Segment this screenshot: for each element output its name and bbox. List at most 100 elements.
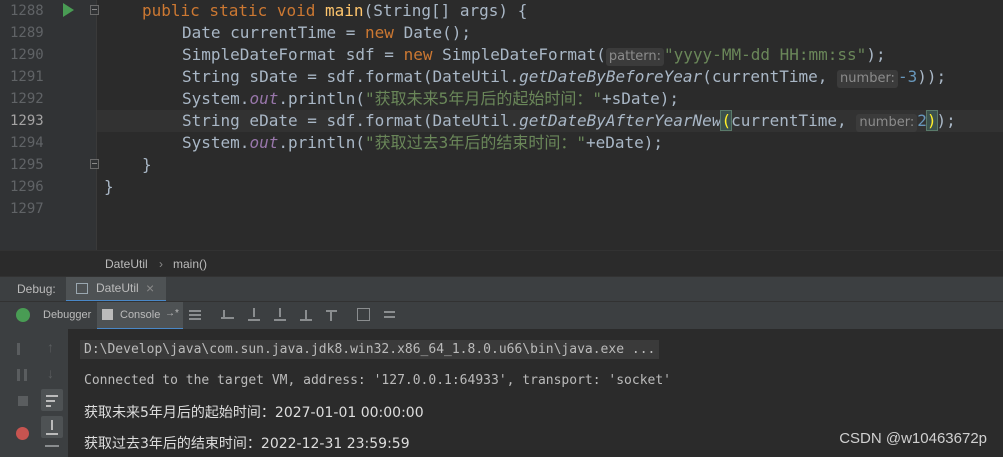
- view-breakpoints-icon[interactable]: [16, 427, 29, 440]
- code-text: currentTime,: [731, 111, 857, 130]
- number-literal: -3: [897, 67, 918, 86]
- method-name: main: [325, 1, 364, 20]
- down-arrow-icon[interactable]: ↓: [47, 365, 54, 381]
- trace-icon[interactable]: [382, 307, 398, 323]
- run-icon[interactable]: [63, 3, 74, 17]
- gutter-line: 1296: [0, 176, 96, 198]
- console-command-line: D:\Develop\java\com.sun.java.jdk8.win32.…: [80, 340, 660, 359]
- bug-icon[interactable]: [16, 308, 30, 322]
- breadcrumb-class[interactable]: DateUtil: [105, 257, 148, 271]
- code-text: SimpleDateFormat sdf =: [182, 45, 404, 64]
- code-line[interactable]: }: [104, 176, 114, 198]
- code-editor[interactable]: 1288 1289 1290 1291 1292 1293 1294 1295 …: [0, 0, 1003, 250]
- keyword: public static void: [142, 1, 326, 20]
- print-icon[interactable]: [45, 445, 59, 457]
- line-number: 1295: [10, 157, 44, 173]
- code-text: +eDate);: [585, 133, 664, 152]
- gutter-line: 1297: [0, 198, 96, 220]
- code-text: +sDate);: [601, 89, 680, 108]
- gutter-line: 1289: [0, 22, 96, 44]
- number-literal: 2: [917, 111, 927, 130]
- line-number: 1296: [10, 179, 44, 195]
- resume-icon[interactable]: [17, 343, 29, 355]
- close-icon[interactable]: ×: [146, 277, 154, 300]
- stop-icon[interactable]: [18, 396, 28, 406]
- breadcrumb-separator: ›: [159, 257, 163, 271]
- code-line[interactable]: Date currentTime = new Date();: [182, 22, 471, 44]
- gutter-line[interactable]: 1295: [0, 154, 99, 176]
- code-text: System.: [182, 133, 250, 152]
- static-method: getDateByBeforeYear: [519, 67, 703, 86]
- step-over-icon[interactable]: [246, 307, 262, 323]
- console-line: Connected to the target VM, address: '12…: [84, 373, 671, 388]
- debug-tool-window-header: Debug: DateUtil ×: [0, 276, 1003, 302]
- soft-wrap-icon[interactable]: [41, 389, 63, 411]
- session-tab-label: DateUtil: [96, 281, 139, 295]
- debug-session-tab[interactable]: DateUtil ×: [66, 277, 166, 302]
- menu-icon[interactable]: [188, 307, 204, 323]
- parameter-hint: number:: [837, 70, 898, 88]
- gutter-line[interactable]: 1288: [0, 0, 99, 22]
- debug-side-actions: ↑ ↓: [0, 329, 68, 457]
- line-number: 1291: [10, 69, 44, 85]
- step-out-icon[interactable]: [298, 307, 314, 323]
- line-number: 1292: [10, 91, 44, 107]
- breadcrumb-method[interactable]: main(): [173, 257, 207, 271]
- fold-icon[interactable]: [90, 159, 99, 169]
- code-text: SimpleDateFormat(: [442, 45, 606, 64]
- pin-icon[interactable]: →*: [165, 302, 179, 326]
- console-line: 获取过去3年后的结束时间：2022-12-31 23:59:59: [84, 436, 410, 452]
- line-number: 1289: [10, 25, 44, 41]
- code-text: (currentTime,: [702, 67, 838, 86]
- code-text: String eDate = sdf.format(DateUtil.: [182, 111, 520, 130]
- code-line[interactable]: }: [142, 154, 152, 176]
- string-literal: "获取过去3年后的结束时间：": [365, 133, 586, 152]
- gutter-line: 1294: [0, 132, 96, 154]
- tab-debugger[interactable]: Debugger: [37, 302, 94, 329]
- code-text: (String[] args) {: [363, 1, 528, 20]
- code-text: System.: [182, 89, 250, 108]
- line-number: 1294: [10, 135, 44, 151]
- code-line[interactable]: System.out.println("获取过去3年后的结束时间："+eDate…: [182, 132, 663, 154]
- string-literal: "获取未来5年月后的起始时间：": [365, 89, 602, 108]
- debug-label: Debug:: [17, 282, 56, 296]
- brace-match: ): [925, 110, 938, 131]
- code-line[interactable]: System.out.println("获取未来5年月后的起始时间："+sDat…: [182, 88, 679, 110]
- code-text: String sDate = sdf.format(DateUtil.: [182, 67, 520, 86]
- debug-toolbar: Debugger Console →*: [0, 301, 1003, 330]
- drop-frame-icon[interactable]: [324, 307, 340, 323]
- code-line-current[interactable]: String eDate = sdf.format(DateUtil.getDa…: [182, 110, 956, 132]
- code-text: Date currentTime =: [182, 23, 366, 42]
- code-line[interactable]: public static void main(String[] args) {: [142, 0, 527, 22]
- parameter-hint: number:: [856, 114, 918, 132]
- editor-gutter: 1288 1289 1290 1291 1292 1293 1294 1295 …: [0, 0, 99, 250]
- step-into-icon[interactable]: [272, 307, 288, 323]
- string-literal: "yyyy-MM-dd HH:mm:ss": [664, 45, 867, 64]
- keyword: new: [403, 45, 443, 64]
- gutter-line-current: 1293: [0, 110, 96, 132]
- scroll-to-end-icon[interactable]: [41, 416, 63, 438]
- code-line[interactable]: String sDate = sdf.format(DateUtil.getDa…: [182, 66, 946, 88]
- tab-console[interactable]: Console →*: [97, 302, 183, 329]
- console-icon: [102, 309, 113, 320]
- fold-icon[interactable]: [90, 5, 99, 15]
- code-text: .println(: [278, 133, 366, 152]
- gutter-line: 1291: [0, 66, 96, 88]
- code-text: Date();: [403, 23, 471, 42]
- session-icon: [76, 283, 88, 294]
- line-number: 1293: [10, 113, 44, 129]
- brace-match: (: [720, 110, 733, 131]
- breadcrumb: DateUtil › main(): [0, 250, 1003, 276]
- pause-icon[interactable]: [17, 369, 27, 381]
- watermark: CSDN @w10463672p: [839, 430, 987, 447]
- console-line: 获取未来5年月后的起始时间：2027-01-01 00:00:00: [84, 405, 424, 421]
- show-execution-point-icon[interactable]: [220, 307, 236, 323]
- code-text: }: [104, 177, 114, 196]
- line-number: 1290: [10, 47, 44, 63]
- up-arrow-icon[interactable]: ↑: [47, 339, 54, 355]
- code-line[interactable]: SimpleDateFormat sdf = new SimpleDateFor…: [182, 44, 886, 66]
- keyword: new: [365, 23, 404, 42]
- evaluate-expression-icon[interactable]: [356, 307, 372, 323]
- line-number: 1288: [10, 3, 44, 19]
- code-text: ));: [917, 67, 947, 86]
